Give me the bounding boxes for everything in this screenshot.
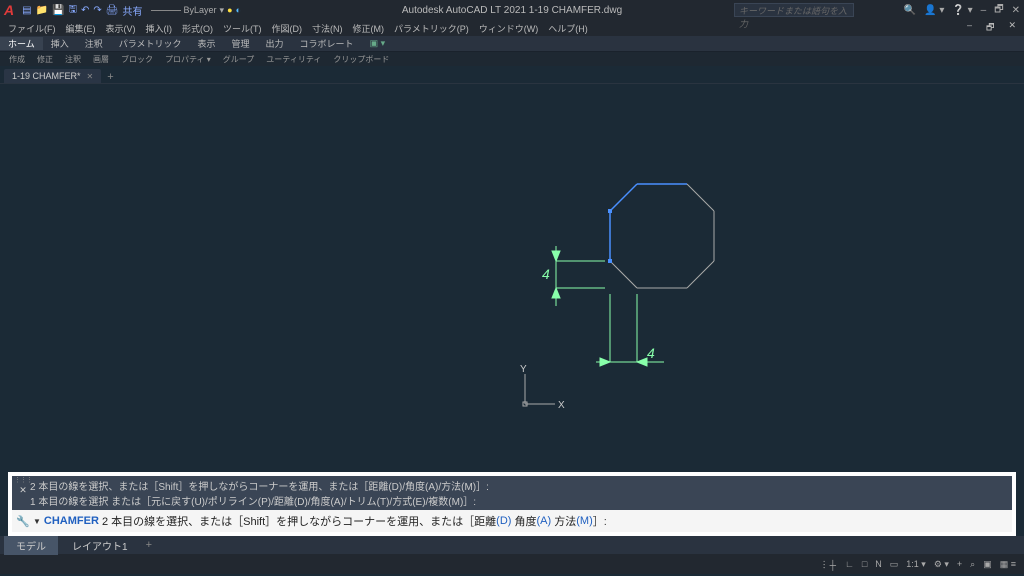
axis-y: Y bbox=[520, 364, 527, 375]
wrench-icon[interactable]: 🔧 bbox=[16, 515, 30, 528]
panel-create[interactable]: 作成 bbox=[4, 54, 30, 65]
command-history: ⋮⋮⋮ ✕ 2 本目の線を選択、または［Shift］を押しながらコーナーを運用、… bbox=[12, 476, 1012, 510]
panel-clipboard[interactable]: クリップボード bbox=[328, 54, 394, 65]
app-logo: A bbox=[4, 2, 14, 18]
tab-manage[interactable]: 管理 bbox=[224, 37, 258, 50]
tab-model[interactable]: モデル bbox=[4, 536, 58, 555]
tab-layout1[interactable]: レイアウト1 bbox=[60, 536, 140, 555]
doc-tab[interactable]: 1-19 CHAMFER* ✕ bbox=[4, 69, 101, 83]
panel-annotate[interactable]: 注釈 bbox=[60, 54, 86, 65]
history-line-2: 1 本目の線を選択 または［元に戻す(U)/ポリライン(P)/距離(D)/角度(… bbox=[30, 493, 1008, 508]
menu-tools[interactable]: ツール(T) bbox=[219, 22, 266, 35]
dim-v-text: 4 bbox=[542, 266, 550, 282]
menu-bar: ファイル(F) 編集(E) 表示(V) 挿入(I) 形式(O) ツール(T) 作… bbox=[0, 20, 1024, 36]
doc-tab-close-icon[interactable]: ✕ bbox=[87, 72, 94, 81]
command-input[interactable]: 🔧 ▼ CHAMFER 2 本目の線を選択、または［Shift］を押しながらコー… bbox=[12, 510, 1012, 532]
doc-close-icon[interactable]: ✕ bbox=[1004, 20, 1020, 36]
title-bar: A ▤ 📁 💾 🖫 ↶ ↷ 🖨 共有 ByLayer ▾ ● ◐ Autodes… bbox=[0, 0, 1024, 20]
menu-format[interactable]: 形式(O) bbox=[178, 22, 217, 35]
command-window: ⋮⋮⋮ ✕ 2 本目の線を選択、または［Shift］を押しながらコーナーを運用、… bbox=[8, 472, 1016, 536]
menu-dim[interactable]: 寸法(N) bbox=[308, 22, 347, 35]
search-icon[interactable]: 🔍 bbox=[904, 5, 916, 16]
tab-more-icon[interactable]: ▣ ▾ bbox=[362, 38, 394, 49]
status-bar: ︙┼ ∟ □ N ▭ 1:1 ▾ ⚙ ▾ + ⌕ ▣ ▦ ≡ bbox=[0, 554, 1024, 574]
opt-distance[interactable]: 距離 bbox=[474, 513, 496, 529]
help-icon[interactable]: ❔ ▾ bbox=[952, 5, 972, 16]
dim-h-text: 4 bbox=[647, 345, 655, 361]
search-input[interactable]: キーワードまたは語句を入力 bbox=[734, 3, 854, 17]
menu-edit[interactable]: 編集(E) bbox=[62, 22, 100, 35]
save-icon[interactable]: 💾 bbox=[52, 5, 64, 16]
panel-group[interactable]: グループ bbox=[218, 54, 260, 65]
opt-method[interactable]: 方法 bbox=[554, 513, 576, 529]
user-icon[interactable]: 👤 ▾ bbox=[924, 5, 944, 16]
menu-window[interactable]: ウィンドウ(W) bbox=[475, 22, 543, 35]
status-ortho-icon[interactable]: ∟ bbox=[843, 559, 856, 569]
menu-help[interactable]: ヘルプ(H) bbox=[544, 22, 592, 35]
saveas-icon[interactable]: 🖫 bbox=[68, 2, 77, 19]
layout-tabs: モデル レイアウト1 + bbox=[0, 536, 1024, 554]
layer-control[interactable]: ByLayer ▾ ● ◐ bbox=[151, 5, 241, 16]
axis-x: X bbox=[558, 400, 565, 411]
status-scale[interactable]: 1:1 ▾ bbox=[904, 559, 928, 570]
menu-parametric[interactable]: パラメトリック(P) bbox=[390, 22, 473, 35]
status-gear-icon[interactable]: ⚙ ▾ bbox=[932, 559, 951, 570]
tab-view[interactable]: 表示 bbox=[190, 37, 224, 50]
panel-utilities[interactable]: ユーティリティ bbox=[261, 54, 326, 65]
plot-icon[interactable]: 🖨 bbox=[106, 5, 119, 16]
status-menu-icon[interactable]: ▦ ≡ bbox=[998, 559, 1018, 570]
titlebar-right: 🔍 👤 ▾ ❔ ▾ – 🗗 ✕ bbox=[904, 2, 1020, 19]
drawing-canvas[interactable]: 4 4 X Y bbox=[0, 84, 1024, 468]
doc-min-icon[interactable]: – bbox=[963, 20, 976, 36]
min-icon[interactable]: – bbox=[981, 5, 987, 16]
tab-output[interactable]: 出力 bbox=[258, 37, 292, 50]
window-title: Autodesk AutoCAD LT 2021 1-19 CHAMFER.dw… bbox=[402, 5, 622, 16]
doc-restore-icon[interactable]: 🗗 bbox=[982, 20, 998, 36]
panel-layers[interactable]: 画層 bbox=[88, 54, 114, 65]
ribbon-tabs: ホーム 挿入 注釈 パラメトリック 表示 管理 出力 コラボレート ▣ ▾ bbox=[0, 36, 1024, 52]
redo-icon[interactable]: ↷ bbox=[93, 5, 101, 16]
open-icon[interactable]: 📁 bbox=[36, 5, 48, 16]
status-rect-icon[interactable]: ▭ bbox=[888, 559, 901, 570]
active-command: CHAMFER bbox=[44, 515, 99, 527]
panel-properties[interactable]: プロパティ ▾ bbox=[160, 54, 216, 65]
menu-file[interactable]: ファイル(F) bbox=[4, 22, 60, 35]
dropdown-arrow-icon[interactable]: ▼ bbox=[33, 517, 41, 526]
tab-insert[interactable]: 挿入 bbox=[43, 37, 77, 50]
status-fullscreen-icon[interactable]: ▣ bbox=[981, 559, 994, 570]
close-icon[interactable]: ✕ bbox=[1012, 5, 1020, 16]
add-layout-icon[interactable]: + bbox=[146, 539, 152, 551]
quick-access-toolbar: ▤ 📁 💾 🖫 ↶ ↷ 🖨 共有 bbox=[22, 2, 142, 19]
restore-icon[interactable]: 🗗 bbox=[994, 2, 1003, 19]
status-n-icon[interactable]: N bbox=[873, 559, 884, 569]
status-snap-icon[interactable]: □ bbox=[860, 559, 869, 569]
menu-insert[interactable]: 挿入(I) bbox=[142, 22, 177, 35]
opt-angle[interactable]: 角度 bbox=[515, 513, 537, 529]
cmd-close-icon[interactable]: ✕ bbox=[19, 485, 27, 496]
document-tabs: 1-19 CHAMFER* ✕ + bbox=[0, 66, 1024, 84]
new-icon[interactable]: ▤ bbox=[22, 5, 31, 16]
menu-view[interactable]: 表示(V) bbox=[102, 22, 140, 35]
menu-modify[interactable]: 修正(M) bbox=[349, 22, 389, 35]
status-zoom-icon[interactable]: ⌕ bbox=[968, 559, 977, 570]
tab-annotate[interactable]: 注釈 bbox=[77, 37, 111, 50]
prompt-text: 2 本目の線を選択、または［Shift］を押しながらコーナーを運用、または bbox=[102, 513, 463, 529]
new-tab-icon[interactable]: + bbox=[107, 71, 113, 83]
history-line-1: 2 本目の線を選択、または［Shift］を押しながらコーナーを運用、または［距離… bbox=[30, 478, 1008, 493]
tab-collab[interactable]: コラボレート bbox=[292, 37, 362, 50]
status-plus-icon[interactable]: + bbox=[955, 559, 964, 569]
status-grid-icon[interactable]: ︙┼ bbox=[818, 558, 839, 571]
tab-home[interactable]: ホーム bbox=[0, 37, 43, 50]
panel-modify[interactable]: 修正 bbox=[32, 54, 58, 65]
share-label[interactable]: 共有 bbox=[123, 3, 143, 18]
tab-parametric[interactable]: パラメトリック bbox=[111, 37, 190, 50]
undo-icon[interactable]: ↶ bbox=[81, 5, 89, 16]
ribbon-panels: 作成 修正 注釈 画層 ブロック プロパティ ▾ グループ ユーティリティ クリ… bbox=[0, 52, 1024, 66]
panel-block[interactable]: ブロック bbox=[116, 54, 158, 65]
doc-tab-name: 1-19 CHAMFER* bbox=[12, 71, 81, 81]
menu-draw[interactable]: 作図(D) bbox=[268, 22, 307, 35]
